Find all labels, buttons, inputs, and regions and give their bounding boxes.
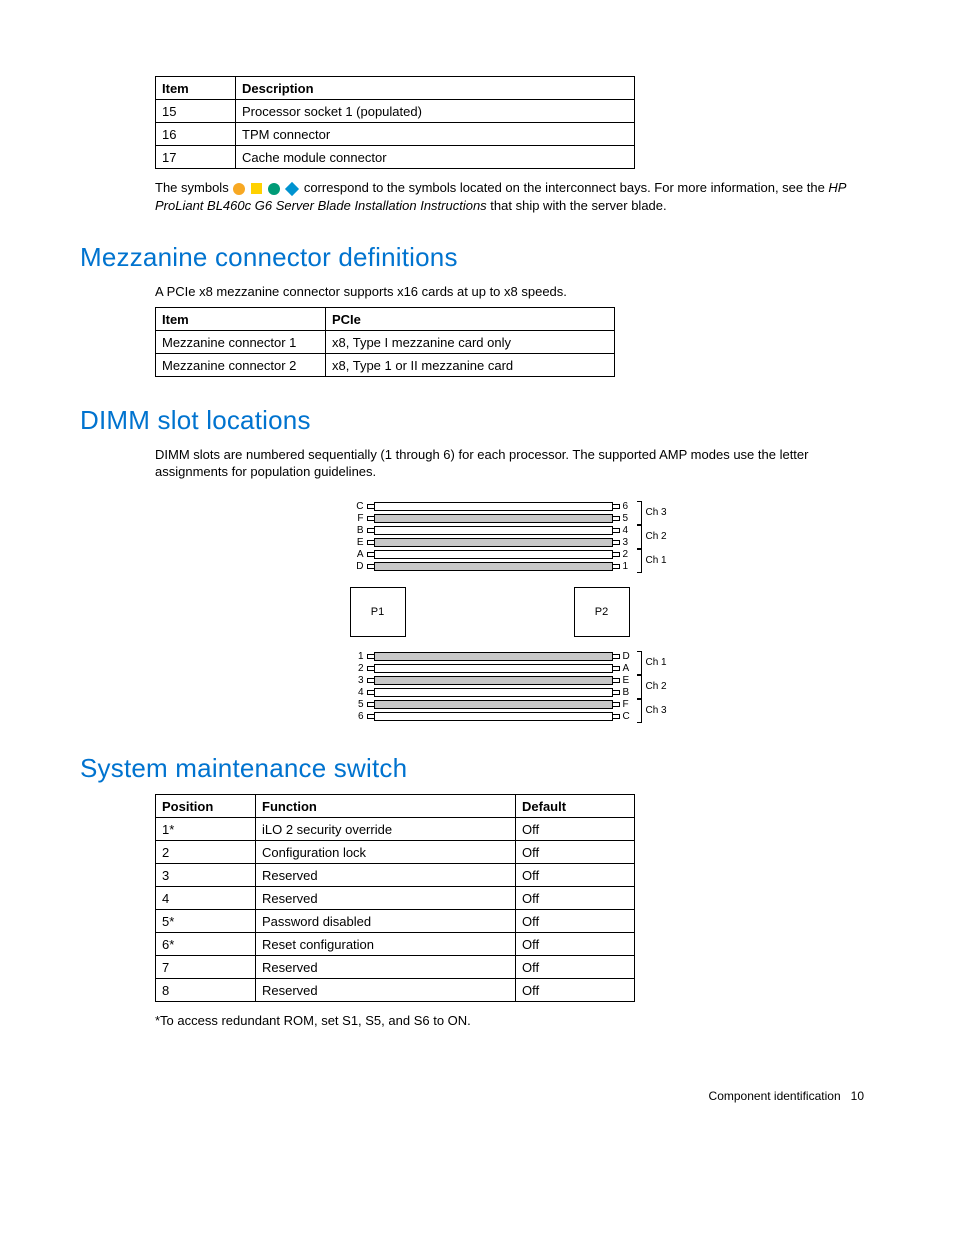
dimm-diagram: CFBEAD 654321 Ch 3 Ch 2 Ch 1 P1 P2 12345… (350, 501, 670, 723)
table-row: 4ReservedOff (156, 886, 635, 909)
th-desc: Description (236, 77, 635, 100)
dimm-text: DIMM slots are numbered sequentially (1 … (155, 446, 864, 481)
yellow-square-icon (251, 183, 262, 194)
mezz-text: A PCIe x8 mezzanine connector supports x… (155, 283, 864, 301)
th-item: Item (156, 77, 236, 100)
orange-circle-icon (233, 183, 245, 195)
table-row: 7ReservedOff (156, 955, 635, 978)
sys-switch-table: Position Function Default 1*iLO 2 securi… (155, 794, 635, 1002)
table-row: 15Processor socket 1 (populated) (156, 100, 635, 123)
green-circle-icon (268, 183, 280, 195)
proc-p2: P2 (574, 587, 630, 637)
table-row: Mezzanine connector 2x8, Type 1 or II me… (156, 353, 615, 376)
sys-footnote: *To access redundant ROM, set S1, S5, an… (155, 1012, 864, 1030)
blue-diamond-icon (285, 181, 299, 195)
heading-dimm: DIMM slot locations (80, 405, 874, 436)
table-row: 3ReservedOff (156, 863, 635, 886)
table-row: 8ReservedOff (156, 978, 635, 1001)
table-row: Mezzanine connector 1x8, Type I mezzanin… (156, 330, 615, 353)
heading-sys-switch: System maintenance switch (80, 753, 874, 784)
mezzanine-table: Item PCIe Mezzanine connector 1x8, Type … (155, 307, 615, 377)
component-table: Item Description 15Processor socket 1 (p… (155, 76, 635, 169)
table-row: 1*iLO 2 security overrideOff (156, 817, 635, 840)
symbols-note: The symbols correspond to the symbols lo… (155, 179, 864, 214)
table-row: 16TPM connector (156, 123, 635, 146)
table-row: 5*Password disabledOff (156, 909, 635, 932)
table-row: 2Configuration lockOff (156, 840, 635, 863)
heading-mezzanine: Mezzanine connector definitions (80, 242, 874, 273)
page-footer: Component identification 10 (80, 1089, 874, 1103)
table-row: 6*Reset configurationOff (156, 932, 635, 955)
proc-p1: P1 (350, 587, 406, 637)
table-row: 17Cache module connector (156, 146, 635, 169)
